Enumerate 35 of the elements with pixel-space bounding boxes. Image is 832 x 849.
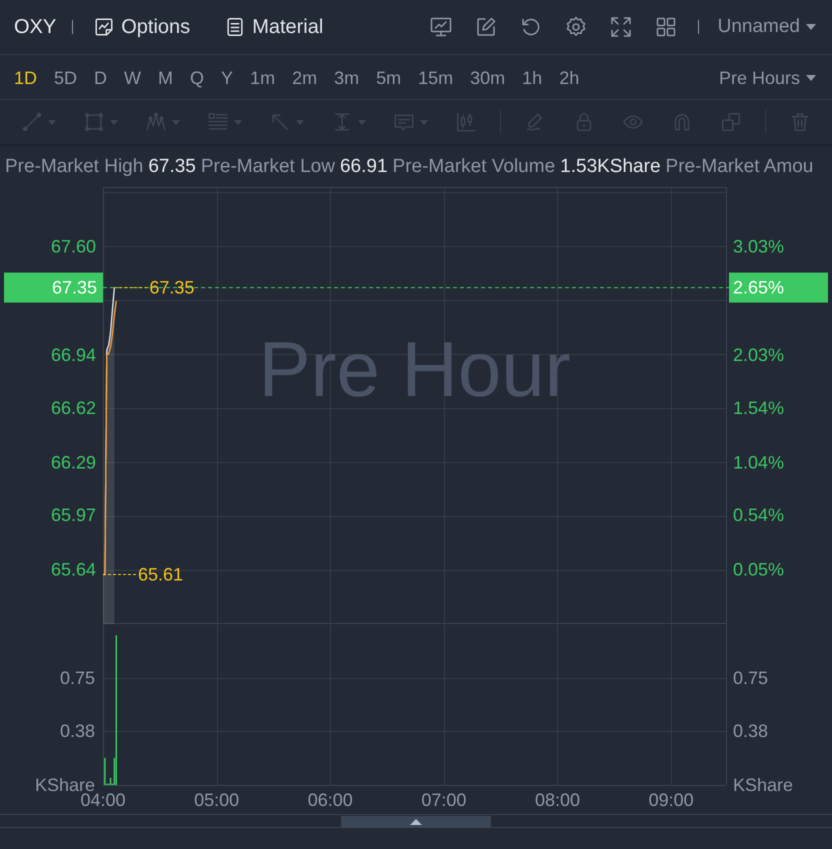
price-axis-label: 66.62	[50, 398, 96, 418]
percent-axis-label: 0.05%	[733, 560, 784, 580]
summary-value: 67.35	[148, 156, 196, 178]
price-marker-label: 67.35	[149, 278, 194, 298]
symbol-label: OXY	[14, 16, 56, 38]
time-axis-label: 07:00	[421, 790, 466, 810]
volume-axis-label: 0.38	[60, 720, 95, 741]
price-axis-label: 65.97	[50, 505, 96, 526]
summary-label: Pre-Market High	[5, 156, 144, 178]
percent-axis-label: 2.03%	[733, 345, 784, 366]
summary-value: 66.91	[340, 156, 388, 178]
summary-value: 1.53KShare	[560, 156, 661, 178]
percent-axis-label: 0.54%	[733, 505, 784, 526]
price-axis-label: 67.60	[50, 236, 96, 256]
price-axis-label: 66.29	[50, 452, 96, 472]
percent-axis-label: 1.04%	[733, 452, 784, 472]
volume-axis-label: 0.38	[733, 720, 768, 741]
volume-unit-label: KShare	[733, 775, 794, 795]
summary-label: Pre-Market Low	[200, 156, 335, 178]
time-axis-label: 06:00	[308, 790, 353, 810]
ref-line-label: 67.35	[52, 278, 97, 298]
volume-axis-label: 0.75	[733, 668, 768, 688]
summary-label: Pre-Market Volume	[392, 156, 556, 178]
percent-axis-label: 1.54%	[733, 398, 784, 418]
time-axis-label: 09:00	[648, 790, 694, 810]
summary-label: Pre-Market Amou	[666, 156, 814, 178]
change-percent-badge: 2.65%	[729, 272, 828, 303]
percent-axis-label: 3.03%	[733, 236, 784, 256]
time-axis-label: 08:00	[534, 790, 580, 810]
volume-axis-label: 0.75	[60, 668, 95, 688]
time-axis-label: 05:00	[194, 790, 240, 810]
price-axis-label: 65.64	[50, 560, 96, 580]
current-price-badge: 67.35	[4, 272, 103, 303]
price-marker-label: 65.61	[138, 564, 184, 585]
price-axis-label: 66.94	[50, 345, 96, 366]
